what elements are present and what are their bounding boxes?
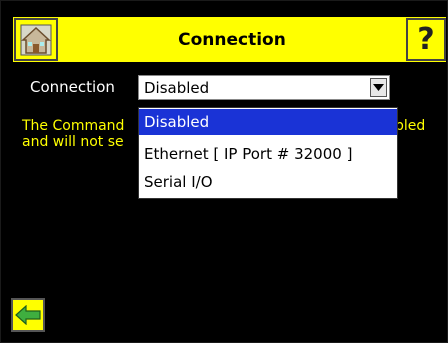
help-button[interactable]: ? <box>406 18 446 61</box>
help-icon: ? <box>417 22 435 57</box>
home-icon <box>20 24 52 55</box>
connection-select[interactable]: Disabled <box>138 75 390 100</box>
home-button[interactable] <box>14 18 58 61</box>
connection-label: Connection <box>30 78 115 96</box>
chevron-down-icon <box>373 83 384 91</box>
dropdown-toggle[interactable] <box>370 78 387 97</box>
dropdown-option-disabled[interactable]: Disabled <box>139 109 397 135</box>
connection-dropdown-list: Disabled Ethernet [ IP Port # 32000 ] Se… <box>138 107 398 199</box>
dropdown-option-serial[interactable]: Serial I/O <box>139 169 397 195</box>
connection-select-value: Disabled <box>144 79 210 97</box>
back-button[interactable] <box>11 298 45 332</box>
dropdown-option-ethernet[interactable]: Ethernet [ IP Port # 32000 ] <box>139 141 397 167</box>
info-line-1-tail: bled <box>395 118 426 134</box>
back-arrow-icon <box>15 305 41 325</box>
page-title: Connection <box>178 29 286 50</box>
